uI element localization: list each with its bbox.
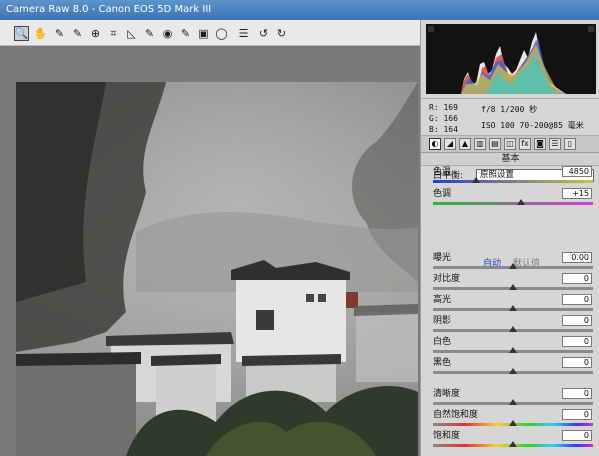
exposure-slider-row: 曝光 0.00 [433, 252, 593, 272]
saturation-label: 饱和度 [433, 431, 461, 441]
vibrance-slider-row: 自然饱和度 0 [433, 409, 593, 429]
tab-hsl[interactable]: ▥ [474, 138, 486, 150]
vibrance-value-input[interactable]: 0 [562, 409, 592, 420]
right-panel: R: 169 G: 166 B: 164 f/8 1/200 秒 ISO 100… [420, 20, 599, 456]
blacks-slider-thumb[interactable] [509, 368, 517, 374]
r-label: R: [429, 103, 439, 112]
clarity-value-input[interactable]: 0 [562, 388, 592, 399]
straighten-tool-icon[interactable]: ◺ [124, 26, 139, 41]
tab-camera-calibration[interactable]: ◙ [534, 138, 546, 150]
tint-slider-thumb[interactable] [517, 199, 525, 205]
crop-tool-icon[interactable]: ⌗ [106, 26, 121, 41]
zoom-tool-icon[interactable]: 🔍 [14, 26, 29, 41]
shadows-label: 阴影 [433, 316, 452, 326]
highlights-slider-row: 高光 0 [433, 294, 593, 314]
section-title: 基本 [421, 153, 599, 166]
histogram [426, 24, 596, 94]
iso-lens-info: ISO 100 70-200@85 毫米 [481, 121, 584, 130]
contrast-slider-thumb[interactable] [509, 284, 517, 290]
clarity-slider-thumb[interactable] [509, 399, 517, 405]
temperature-slider-row: 色温 4850 [433, 166, 593, 186]
rotate-ccw-icon[interactable]: ↺ [256, 26, 271, 41]
clarity-slider-row: 清晰度 0 [433, 388, 593, 408]
highlights-value-input[interactable]: 0 [562, 294, 592, 305]
tint-track[interactable] [433, 202, 593, 205]
radial-filter-tool-icon[interactable]: ◯ [214, 26, 229, 41]
shadows-slider-row: 阴影 0 [433, 315, 593, 335]
tab-presets[interactable]: ☰ [549, 138, 561, 150]
adjustment-brush-tool-icon[interactable]: ✎ [178, 26, 193, 41]
contrast-slider-row: 对比度 0 [433, 273, 593, 293]
exposure-label: 曝光 [433, 253, 452, 263]
shadows-value-input[interactable]: 0 [562, 315, 592, 326]
blacks-value-input[interactable]: 0 [562, 357, 592, 368]
targeted-adjustment-tool-icon[interactable]: ⊕ [88, 26, 103, 41]
color-sampler-tool-icon[interactable]: ✎ [70, 26, 85, 41]
panel-tabs: ◐ ◢ ▲ ▥ ▤ ◫ fx ◙ ☰ ▯ [421, 136, 599, 153]
contrast-label: 对比度 [433, 274, 461, 284]
blacks-label: 黑色 [433, 358, 452, 368]
blacks-slider-row: 黑色 0 [433, 357, 593, 377]
r-value: 169 [443, 103, 458, 112]
tab-snapshots[interactable]: ▯ [564, 138, 576, 150]
temperature-slider-thumb[interactable] [472, 177, 481, 183]
tab-split-toning[interactable]: ▤ [489, 138, 501, 150]
g-value: 166 [443, 114, 458, 123]
highlights-slider-thumb[interactable] [509, 305, 517, 311]
b-label: B: [429, 125, 439, 134]
photo-preview[interactable] [16, 82, 418, 456]
whites-slider-row: 白色 0 [433, 336, 593, 356]
spot-removal-tool-icon[interactable]: ✎ [142, 26, 157, 41]
hand-tool-icon[interactable]: ✋ [33, 26, 48, 41]
photo-image [16, 82, 418, 456]
window-title: Camera Raw 8.0 - Canon EOS 5D Mark III [0, 0, 599, 20]
tool-bar: 🔍 ✋ ✎ ✎ ⊕ ⌗ ◺ ✎ ◉ ✎ ▣ ◯ ☰ ↺ ↻ [0, 20, 420, 46]
exposure-value-input[interactable]: 0.00 [562, 252, 592, 263]
tint-slider-row: 色调 +15 [433, 188, 593, 208]
whites-slider-thumb[interactable] [509, 347, 517, 353]
tint-value-input[interactable]: +15 [562, 188, 592, 199]
contrast-value-input[interactable]: 0 [562, 273, 592, 284]
tint-label: 色调 [433, 189, 452, 199]
temperature-label: 色温 [433, 167, 452, 177]
rotate-cw-icon[interactable]: ↻ [274, 26, 289, 41]
temperature-track[interactable] [433, 180, 593, 183]
temperature-value-input[interactable]: 4850 [562, 166, 592, 177]
white-balance-tool-icon[interactable]: ✎ [52, 26, 67, 41]
g-label: G: [429, 114, 439, 123]
exposure-slider-thumb[interactable] [509, 263, 517, 269]
preferences-icon[interactable]: ☰ [236, 26, 251, 41]
shadows-slider-thumb[interactable] [509, 326, 517, 332]
tab-basic[interactable]: ◐ [429, 138, 441, 150]
saturation-slider-row: 饱和度 0 [433, 430, 593, 450]
saturation-value-input[interactable]: 0 [562, 430, 592, 441]
clarity-label: 清晰度 [433, 389, 461, 399]
vibrance-label: 自然饱和度 [433, 410, 479, 420]
graduated-filter-tool-icon[interactable]: ▣ [196, 26, 211, 41]
tab-lens-corrections[interactable]: ◫ [504, 138, 516, 150]
whites-label: 白色 [433, 337, 452, 347]
vibrance-slider-thumb[interactable] [509, 420, 517, 426]
saturation-slider-thumb[interactable] [509, 441, 517, 447]
exposure-info: f/8 1/200 秒 [481, 105, 538, 114]
b-value: 164 [443, 125, 458, 134]
tab-tone-curve[interactable]: ◢ [444, 138, 456, 150]
pixel-readout: R: 169 G: 166 B: 164 f/8 1/200 秒 ISO 100… [421, 98, 599, 136]
highlights-label: 高光 [433, 295, 452, 305]
red-eye-removal-tool-icon[interactable]: ◉ [160, 26, 175, 41]
whites-value-input[interactable]: 0 [562, 336, 592, 347]
tab-detail[interactable]: ▲ [459, 138, 471, 150]
tab-effects[interactable]: fx [519, 138, 531, 150]
